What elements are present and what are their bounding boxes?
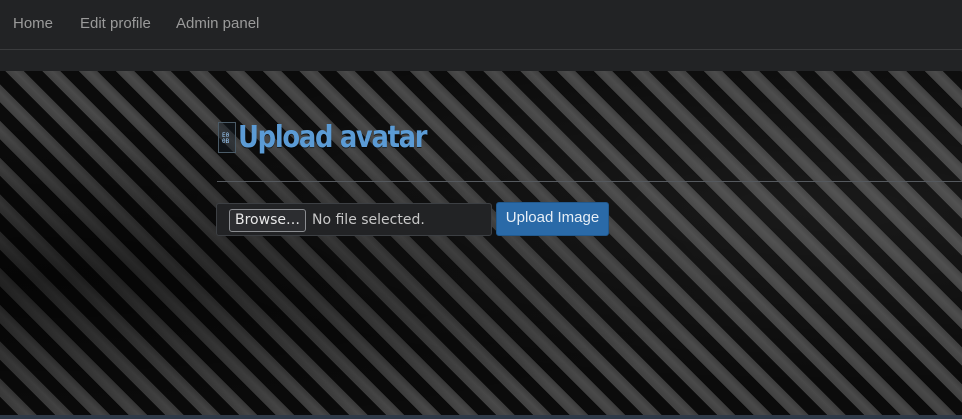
page-title: Upload avatar (238, 120, 427, 155)
title-divider (217, 181, 962, 182)
browse-button[interactable]: Browse… (229, 209, 306, 232)
top-navbar: Home Edit profile Admin panel (0, 0, 962, 50)
avatar-file-input[interactable]: Browse… No file selected. (216, 203, 492, 236)
file-status-text: No file selected. (312, 212, 425, 228)
nav-edit-profile-link[interactable]: Edit profile (80, 15, 151, 32)
bottom-border (0, 415, 962, 419)
nav-admin-panel-link[interactable]: Admin panel (176, 15, 259, 32)
nav-home-link[interactable]: Home (13, 15, 53, 32)
broken-image-icon: E0 0B (218, 122, 236, 153)
upload-image-button[interactable]: Upload Image (496, 202, 609, 236)
striped-background (0, 71, 962, 415)
sub-header-bar (0, 50, 962, 71)
broken-image-glyph-bottom: 0B (222, 138, 230, 145)
